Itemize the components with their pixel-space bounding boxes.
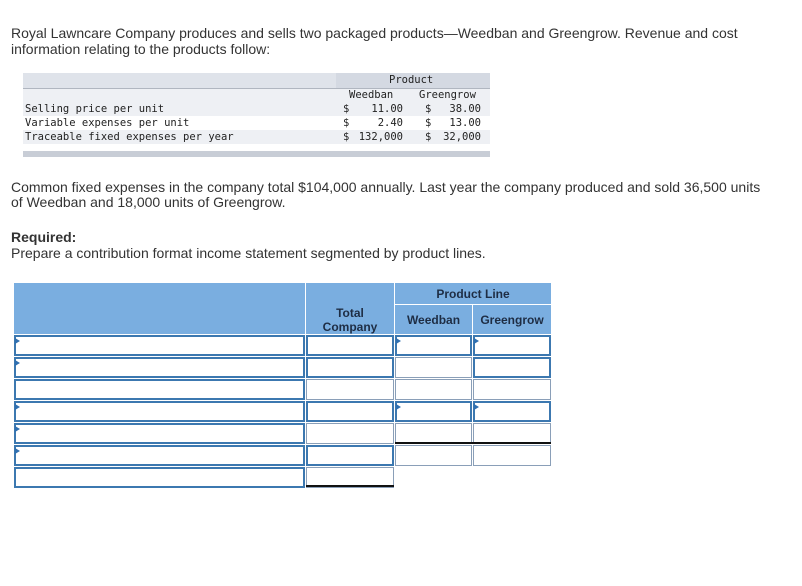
- weedban-traceable-fixed: 132,000: [358, 131, 403, 143]
- total-company-input[interactable]: [306, 379, 394, 400]
- greengrow-traceable-fixed: 32,000: [443, 131, 481, 143]
- dropdown-arrow-icon: [15, 404, 20, 410]
- subtotal-rule: [395, 442, 551, 444]
- dropdown-arrow-icon: [15, 338, 20, 344]
- weedban-input[interactable]: [395, 423, 472, 444]
- dropdown-arrow-icon: [396, 404, 401, 410]
- total-rule: [306, 485, 394, 487]
- common-fixed-text: Common fixed expenses in the company tot…: [11, 179, 761, 210]
- currency-symbol: $: [425, 103, 432, 115]
- weedban-input[interactable]: [395, 401, 472, 422]
- total-company-input[interactable]: [306, 445, 394, 466]
- col-header-weedban: Weedban: [349, 89, 394, 101]
- total-company-input[interactable]: [306, 401, 394, 422]
- total-company-input[interactable]: [306, 423, 394, 444]
- dropdown-arrow-icon: [396, 338, 401, 344]
- greengrow-input[interactable]: [473, 357, 551, 378]
- weedban-selling-price: 11.00: [371, 103, 403, 115]
- dropdown-arrow-icon: [474, 338, 479, 344]
- dropdown-arrow-icon: [474, 404, 479, 410]
- currency-symbol: $: [343, 117, 350, 129]
- currency-symbol: $: [425, 131, 432, 143]
- currency-symbol: $: [343, 131, 350, 143]
- greengrow-variable-expenses: 13.00: [449, 117, 481, 129]
- greengrow-header: Greengrow: [480, 313, 544, 327]
- dropdown-arrow-icon: [15, 360, 20, 366]
- greengrow-input[interactable]: [473, 379, 551, 400]
- weedban-variable-expenses: 2.40: [377, 117, 403, 129]
- total-company-label: Total Company: [322, 306, 378, 334]
- product-group-header: Product: [389, 74, 434, 86]
- product-line-header: Product Line: [436, 287, 510, 301]
- problem-intro: Royal Lawncare Company produces and sell…: [11, 25, 738, 57]
- required-heading: Required:: [11, 229, 77, 245]
- row-label-input[interactable]: [14, 335, 305, 356]
- row-label-input[interactable]: [14, 467, 305, 488]
- total-company-input[interactable]: [306, 335, 394, 356]
- worksheet-label-header: [14, 283, 305, 334]
- greengrow-input[interactable]: [473, 401, 551, 422]
- row-label-input[interactable]: [14, 445, 305, 466]
- weedban-input[interactable]: [395, 335, 472, 356]
- col-header-greengrow: Greengrow: [419, 89, 476, 101]
- greengrow-input[interactable]: [473, 445, 551, 466]
- greengrow-selling-price: 38.00: [449, 103, 481, 115]
- product-info-table: Product Weedban Greengrow Selling price …: [23, 73, 490, 157]
- weedban-header: Weedban: [406, 313, 461, 327]
- weedban-input[interactable]: [395, 357, 472, 378]
- currency-symbol: $: [343, 103, 350, 115]
- greengrow-input[interactable]: [473, 335, 551, 356]
- row-label-traceable-fixed: Traceable fixed expenses per year: [25, 131, 234, 143]
- required-instruction: Prepare a contribution format income sta…: [11, 245, 486, 261]
- row-label-input[interactable]: [14, 357, 305, 378]
- row-label-input[interactable]: [14, 401, 305, 422]
- greengrow-input[interactable]: [473, 423, 551, 444]
- dropdown-arrow-icon: [15, 426, 20, 432]
- currency-symbol: $: [425, 117, 432, 129]
- weedban-input[interactable]: [395, 445, 472, 466]
- row-label-selling-price: Selling price per unit: [25, 103, 165, 115]
- info-footer-bar: [23, 151, 490, 157]
- row-label-input[interactable]: [14, 423, 305, 444]
- row-label-input[interactable]: [14, 379, 305, 400]
- total-company-input[interactable]: [306, 357, 394, 378]
- row-label-variable-expenses: Variable expenses per unit: [25, 117, 190, 129]
- weedban-input[interactable]: [395, 379, 472, 400]
- income-statement-worksheet: Product Line Total Company Weedban Green…: [14, 283, 551, 488]
- dropdown-arrow-icon: [15, 448, 20, 454]
